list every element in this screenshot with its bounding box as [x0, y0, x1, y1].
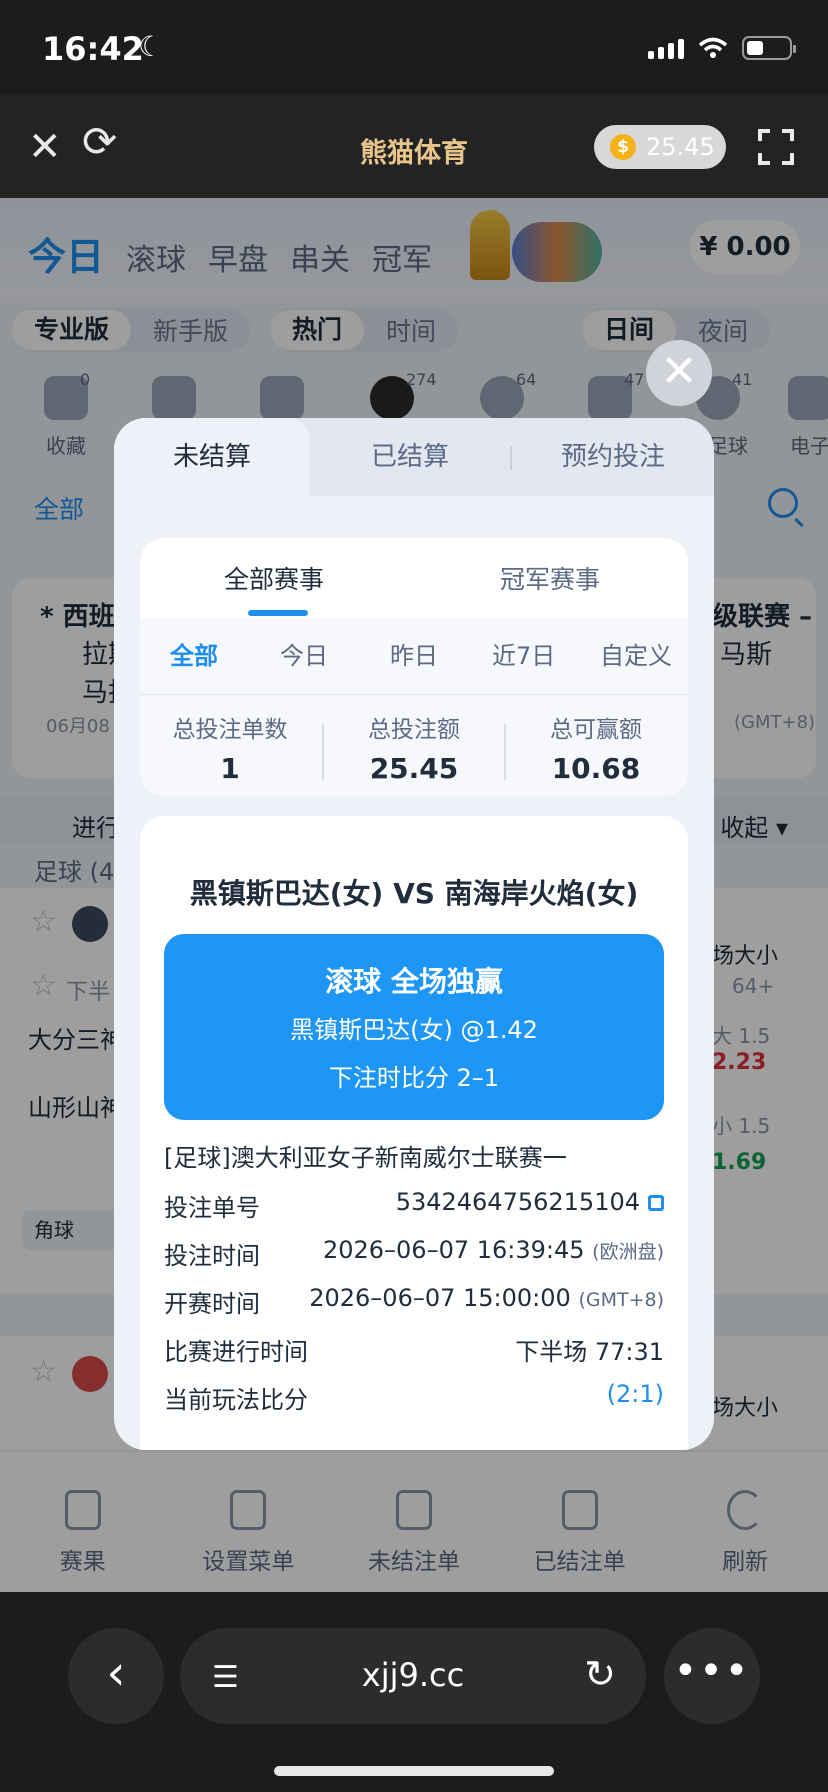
home-indicator — [274, 1766, 554, 1776]
url-text: xjj9.cc — [361, 1656, 465, 1694]
back-button[interactable]: ‹ — [68, 1628, 164, 1724]
detail-bet-id: 投注单号 5342464756215104 — [164, 1188, 664, 1228]
tab-reserved[interactable]: 预约投注 — [512, 418, 714, 496]
moon-icon: ☾ — [138, 30, 164, 63]
coin-amount: 25.45 — [646, 133, 715, 161]
status-time: 16:42 — [42, 30, 144, 68]
status-bar: 16:42 ☾ — [0, 0, 828, 95]
range-7days[interactable]: 近7日 — [492, 636, 555, 671]
event-type-tabs: 全部赛事 冠军赛事 — [140, 538, 688, 618]
tab-champion-events[interactable]: 冠军赛事 — [500, 560, 600, 596]
detail-bet-time: 投注时间 2026–06–07 16:39:45 (欧洲盘) — [164, 1236, 664, 1270]
coin-balance[interactable]: $ 25.45 — [594, 125, 726, 169]
range-custom[interactable]: 自定义 — [600, 636, 672, 671]
copy-icon[interactable] — [648, 1195, 664, 1211]
stat-total-stake: 总投注额 25.45 — [368, 717, 460, 785]
summary-card: 全部赛事 冠军赛事 全部 今日 昨日 近7日 自定义 总投注单数 1 总投注额 … — [140, 538, 688, 796]
stat-total-bets: 总投注单数 1 — [172, 717, 288, 785]
battery-icon — [742, 36, 796, 60]
bet-selection: 黑镇斯巴达(女) @1.42 — [290, 1016, 538, 1044]
signal-icon — [648, 37, 684, 59]
reload-icon[interactable]: ↻ — [584, 1652, 616, 1696]
active-tab-indicator — [248, 610, 308, 616]
divider — [140, 694, 688, 695]
app-header: ✕ ⟳ 熊猫体育 $ 25.45 — [0, 95, 828, 198]
match-title: 黑镇斯巴达(女) VS 南海岸火焰(女) — [189, 877, 639, 910]
date-range-tabs: 全部 今日 昨日 近7日 自定义 — [140, 636, 688, 676]
more-button[interactable]: ••• — [664, 1628, 760, 1724]
range-today[interactable]: 今日 — [280, 636, 328, 671]
range-all[interactable]: 全部 — [170, 636, 218, 671]
bet-record-modal: 未结算 已结算 预约投注 全部赛事 冠军赛事 全部 今日 昨日 近7日 自定义 … — [114, 418, 714, 1450]
wifi-icon — [698, 37, 728, 58]
detail-current-score: 当前玩法比分 (2:1) — [164, 1380, 664, 1414]
tab-unsettled[interactable]: 未结算 — [114, 418, 310, 496]
bet-market: 滚球 全场独赢 — [325, 965, 503, 998]
address-bar[interactable]: ☰ xjj9.cc ↻ — [180, 1628, 646, 1724]
stat-total-winnable: 总可赢额 10.68 — [550, 717, 642, 785]
tab-settled[interactable]: 已结算 — [310, 418, 510, 496]
bet-score: 下注时比分 2–1 — [328, 1064, 500, 1092]
coin-icon: $ — [610, 134, 636, 160]
modal-close-button[interactable]: ✕ — [646, 340, 712, 406]
league-name: [足球]澳大利亚女子新南威尔士联赛一 — [164, 1144, 567, 1172]
detail-match-clock: 比赛进行时间 下半场 77:31 — [164, 1338, 664, 1366]
range-yesterday[interactable]: 昨日 — [390, 636, 438, 671]
tab-all-events[interactable]: 全部赛事 — [224, 560, 324, 596]
fullscreen-icon[interactable] — [758, 129, 794, 165]
bet-selection-box: 滚球 全场独赢 黑镇斯巴达(女) @1.42 下注时比分 2–1 — [164, 934, 664, 1120]
browser-toolbar: ‹ ☰ xjj9.cc ↻ ••• — [0, 1592, 828, 1792]
detail-start-time: 开赛时间 2026–06–07 15:00:00 (GMT+8) — [164, 1284, 664, 1318]
modal-tabs: 未结算 已结算 预约投注 — [114, 418, 714, 496]
status-icons — [648, 36, 796, 60]
bet-card: 黑镇斯巴达(女) VS 南海岸火焰(女) 滚球 全场独赢 黑镇斯巴达(女) @1… — [140, 816, 688, 1450]
